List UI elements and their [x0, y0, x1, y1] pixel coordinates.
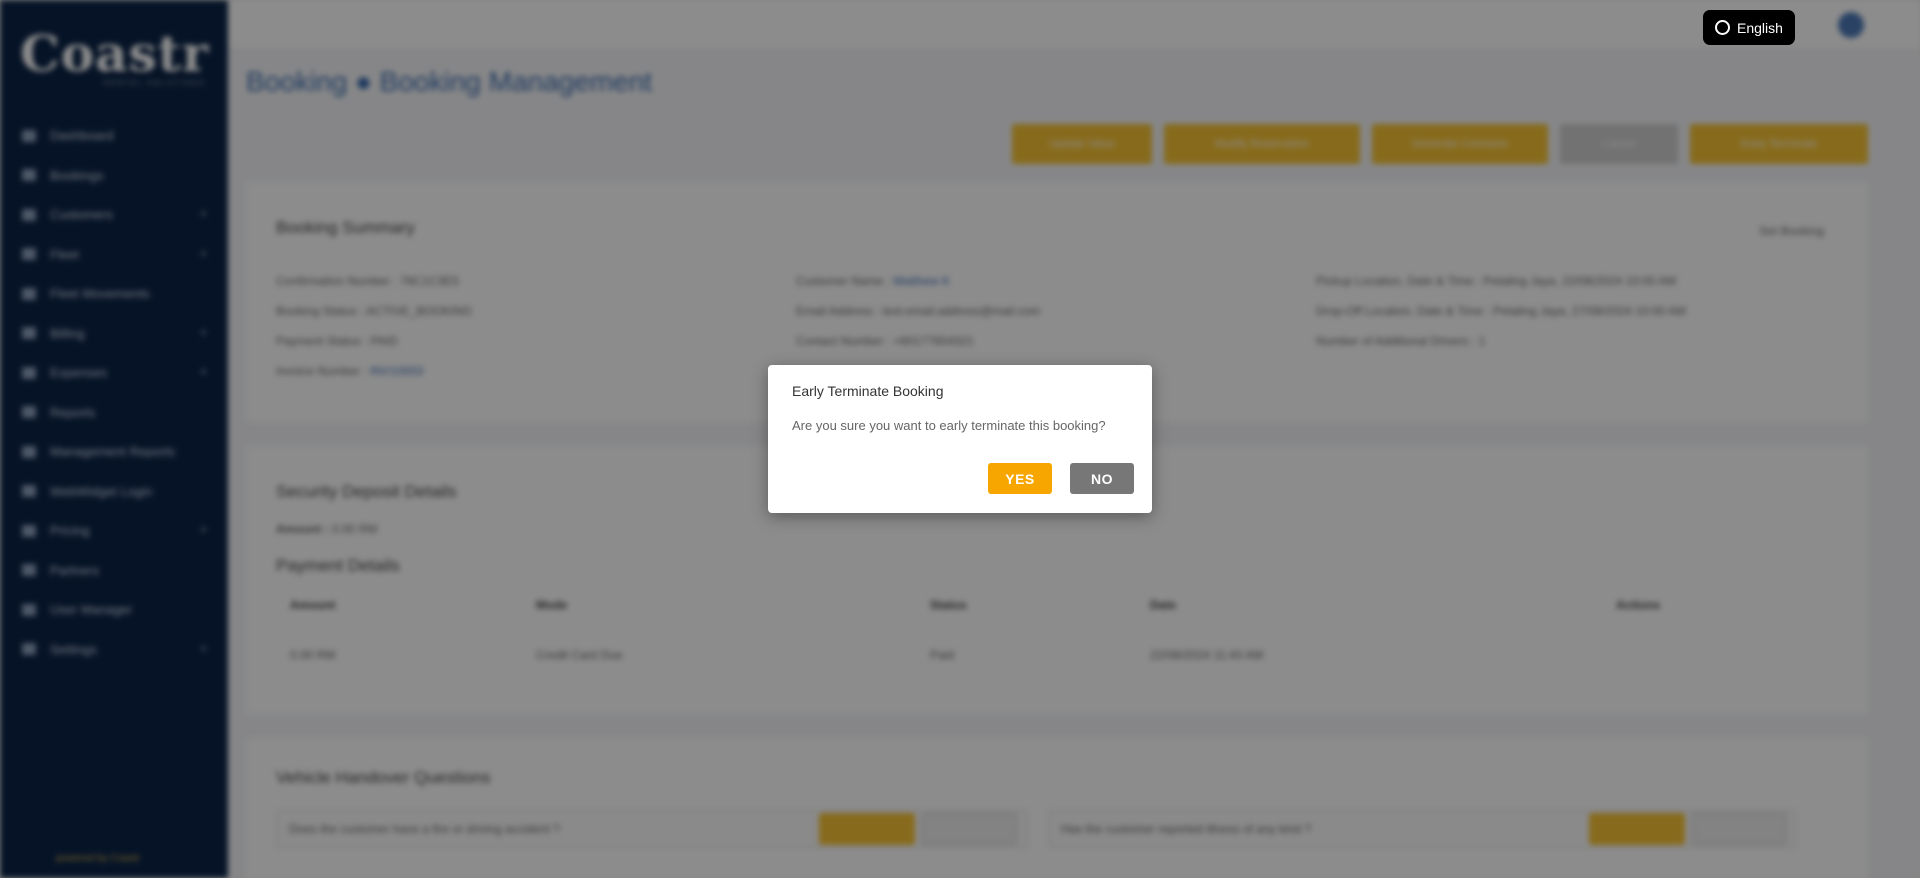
language-label: English — [1737, 19, 1783, 36]
early-terminate-dialog: Early Terminate Booking Are you sure you… — [768, 365, 1152, 513]
no-button[interactable]: NO — [1070, 463, 1134, 494]
globe-icon — [1715, 20, 1730, 35]
language-selector[interactable]: English — [1703, 10, 1795, 45]
dialog-message: Are you sure you want to early terminate… — [792, 418, 1106, 433]
yes-button[interactable]: YES — [988, 463, 1052, 494]
dialog-title: Early Terminate Booking — [792, 383, 944, 399]
